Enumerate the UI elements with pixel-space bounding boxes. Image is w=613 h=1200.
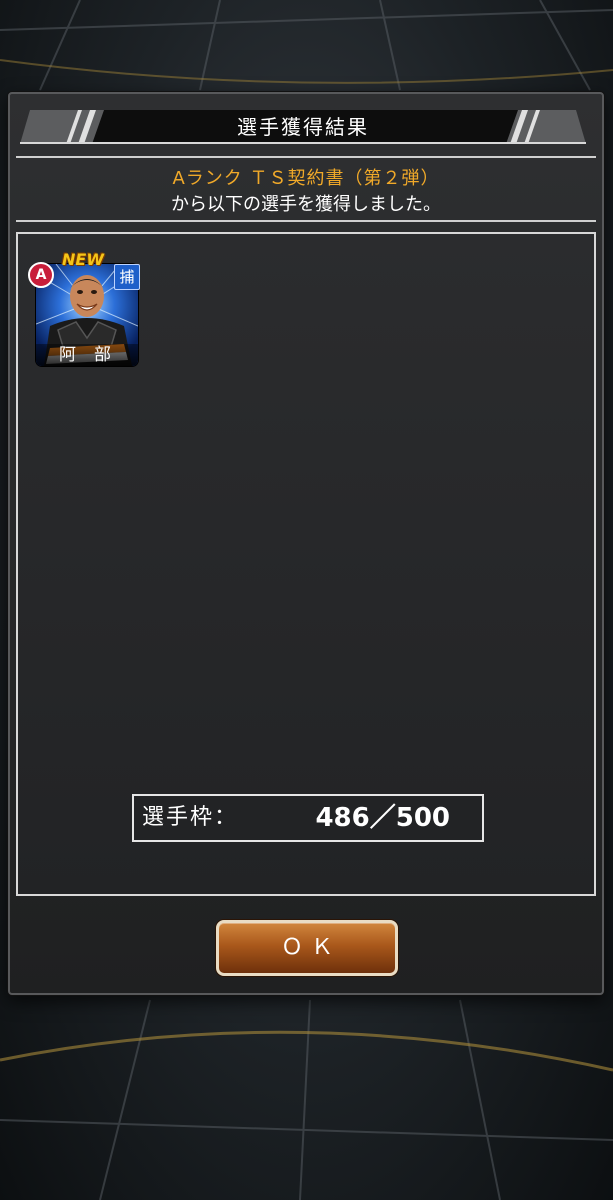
ok-button[interactable]: ＯＫ	[216, 920, 398, 976]
title-bar: 選手獲得結果	[20, 110, 586, 144]
capacity-label: 選手枠：	[142, 805, 239, 830]
dialog-title: 選手獲得結果	[237, 115, 369, 139]
acquisition-result-dialog: 選手獲得結果 Aランク ＴＳ契約書（第２弾） から以下の選手を獲得しました。 A…	[8, 92, 604, 995]
capacity-value: 486／500	[315, 803, 450, 833]
rank-badge: A	[28, 262, 54, 288]
divider-bottom	[16, 220, 596, 222]
roster-capacity: 選手枠： 486／500	[132, 794, 484, 842]
player-name: 阿部	[36, 344, 138, 366]
position-badge: 捕	[114, 264, 140, 290]
acquired-players-panel: A NEW 捕 阿部 選手枠： 486／500	[16, 232, 596, 896]
result-message: から以下の選手を獲得しました。	[171, 194, 441, 215]
new-badge: NEW	[62, 250, 104, 269]
player-card[interactable]: A NEW 捕 阿部	[28, 250, 140, 368]
contract-name: Aランク ＴＳ契約書（第２弾）	[172, 168, 440, 189]
divider-top	[16, 156, 596, 158]
